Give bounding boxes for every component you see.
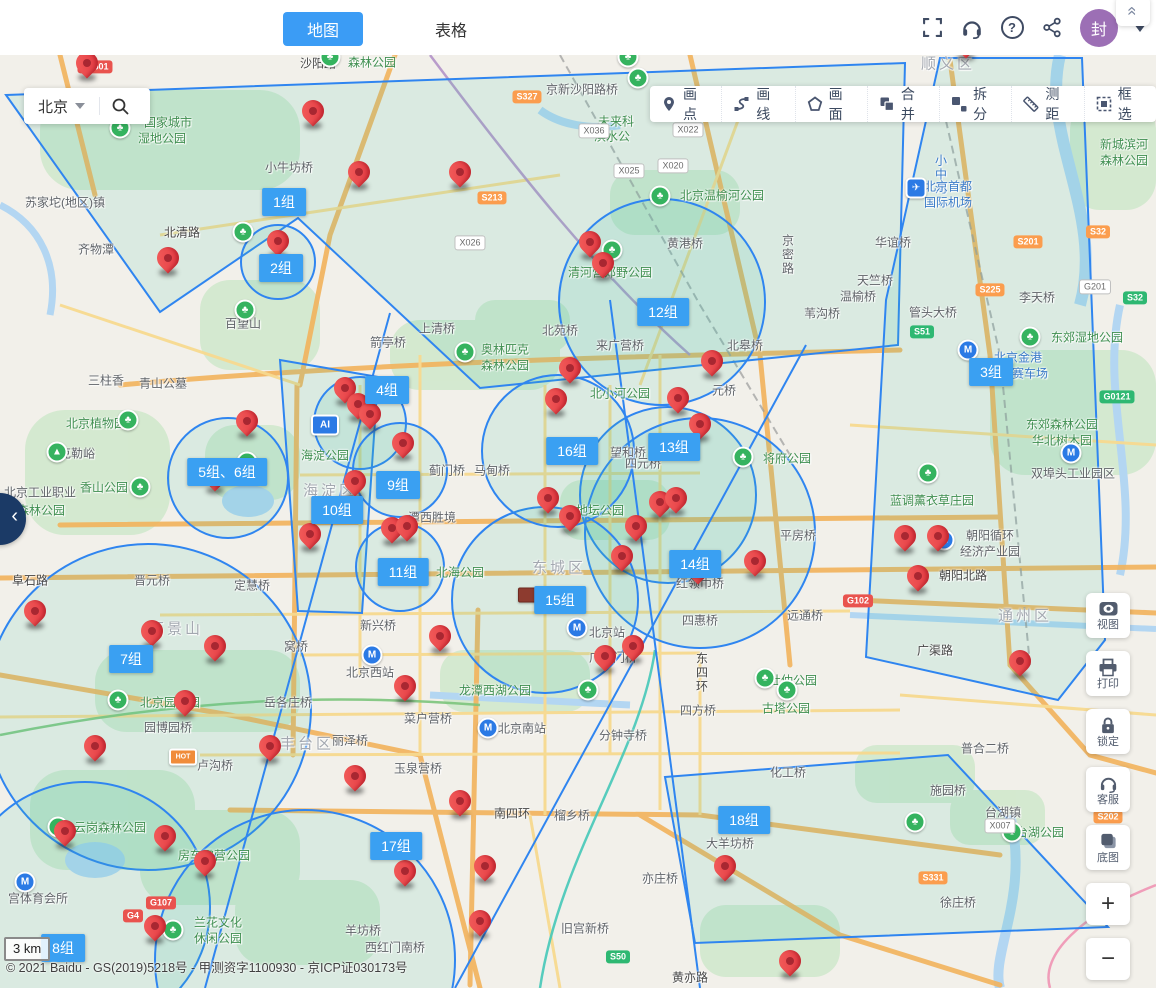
group-label-2组[interactable]: 2组 <box>259 254 303 282</box>
tab-地图[interactable]: 地图 <box>283 12 363 46</box>
tool-label: 框选 <box>1118 84 1145 124</box>
service-icon <box>1099 774 1118 793</box>
collapse-icon: « <box>1123 6 1143 15</box>
zoom-out-button[interactable]: − <box>1086 938 1130 980</box>
collapse-header-button[interactable]: « <box>1116 0 1150 26</box>
group-label-17组[interactable]: 17组 <box>370 832 422 860</box>
group-label-12组[interactable]: 12组 <box>637 298 689 326</box>
fullscreen-icon[interactable] <box>920 16 944 40</box>
tool-label: 画线 <box>756 84 783 124</box>
side-button-打印[interactable]: 打印 <box>1086 651 1130 696</box>
draw-toolbar: 画点 画线 画面 合并 拆分 测距 框选 <box>650 86 1156 122</box>
tool-label: 合并 <box>901 84 928 124</box>
divider <box>99 97 100 115</box>
tool-label: 画面 <box>829 84 856 124</box>
tool-画线[interactable]: 画线 <box>721 86 794 122</box>
group-label-18组[interactable]: 18组 <box>718 806 770 834</box>
group-label-5组、6组[interactable]: 5组、6组 <box>187 458 267 486</box>
view-tabs: 地图 表格 <box>283 12 491 46</box>
side-button-label: 客服 <box>1097 795 1119 806</box>
tab-表格[interactable]: 表格 <box>411 12 491 46</box>
help-icon[interactable]: ? <box>1000 16 1024 40</box>
tool-画点[interactable]: 画点 <box>650 86 721 122</box>
group-label-4组[interactable]: 4组 <box>365 376 409 404</box>
tool-label: 画点 <box>683 84 710 124</box>
zoom-in-button[interactable]: + <box>1086 883 1130 925</box>
polyline-icon <box>733 96 750 112</box>
copyright-text: © 2021 Baidu - GS(2019)5218号 - 甲测资字11009… <box>6 957 408 976</box>
group-label-14组[interactable]: 14组 <box>669 550 721 578</box>
merge-icon <box>879 96 895 112</box>
avatar[interactable]: 封 <box>1080 9 1118 47</box>
headset-icon[interactable] <box>960 16 984 40</box>
view-icon <box>1098 600 1119 618</box>
city-selector[interactable]: 北京 <box>24 88 150 124</box>
group-label-1组[interactable]: 1组 <box>262 188 306 216</box>
tool-label: 测距 <box>1045 84 1072 124</box>
side-button-label: 锁定 <box>1097 737 1119 748</box>
map-canvas[interactable]: 沙阳路森林公园京新沙阳路桥小牛坊桥苏家坨(地区)镇北清路齐物潭国家城市湿地公园百… <box>0 55 1156 988</box>
group-label-13组[interactable]: 13组 <box>648 433 700 461</box>
group-label-15组[interactable]: 15组 <box>534 586 586 614</box>
pin-icon <box>661 96 677 112</box>
group-label-3组[interactable]: 3组 <box>969 358 1013 386</box>
share-icon[interactable] <box>1040 16 1064 40</box>
polygon-icon <box>807 96 823 112</box>
print-icon <box>1098 658 1118 677</box>
chevron-left-icon: ‹ <box>11 506 18 526</box>
chevron-down-icon <box>75 103 85 109</box>
basemap-icon <box>1099 832 1118 851</box>
header-icons: ? 封 <box>920 0 1146 55</box>
tool-测距[interactable]: 测距 <box>1011 86 1083 122</box>
tool-合并[interactable]: 合并 <box>867 86 939 122</box>
box-select-icon <box>1096 96 1112 112</box>
tool-框选[interactable]: 框选 <box>1084 86 1156 122</box>
help-glyph: ? <box>1001 16 1024 39</box>
city-name: 北京 <box>38 96 68 117</box>
side-button-底图[interactable]: 底图 <box>1086 825 1130 870</box>
group-label-9组[interactable]: 9组 <box>376 471 420 499</box>
side-button-label: 视图 <box>1097 620 1119 631</box>
group-label-16组[interactable]: 16组 <box>546 437 598 465</box>
top-bar: 地图 表格 ? 封 « <box>0 0 1156 55</box>
lock-icon <box>1099 716 1117 735</box>
group-label-7组[interactable]: 7组 <box>109 645 153 673</box>
tool-label: 拆分 <box>973 84 1000 124</box>
measure-icon <box>1023 96 1039 112</box>
group-label-10组[interactable]: 10组 <box>311 496 363 524</box>
tool-拆分[interactable]: 拆分 <box>939 86 1011 122</box>
tool-画面[interactable]: 画面 <box>795 86 867 122</box>
side-button-视图[interactable]: 视图 <box>1086 593 1130 638</box>
side-button-label: 打印 <box>1097 679 1119 690</box>
side-button-锁定[interactable]: 锁定 <box>1086 709 1130 754</box>
side-button-客服[interactable]: 客服 <box>1086 767 1130 812</box>
search-icon[interactable] <box>110 96 130 116</box>
group-label-11组[interactable]: 11组 <box>378 558 429 586</box>
side-button-label: 底图 <box>1097 853 1119 864</box>
split-icon <box>951 96 967 112</box>
map-side-controls: 视图打印锁定客服底图 + − <box>1086 593 1130 980</box>
map-application: 地图 表格 ? 封 « <box>0 0 1156 988</box>
group-label-layer: 1组2组3组4组5组、6组7组8组9组10组11组12组13组14组15组16组… <box>0 55 1156 988</box>
